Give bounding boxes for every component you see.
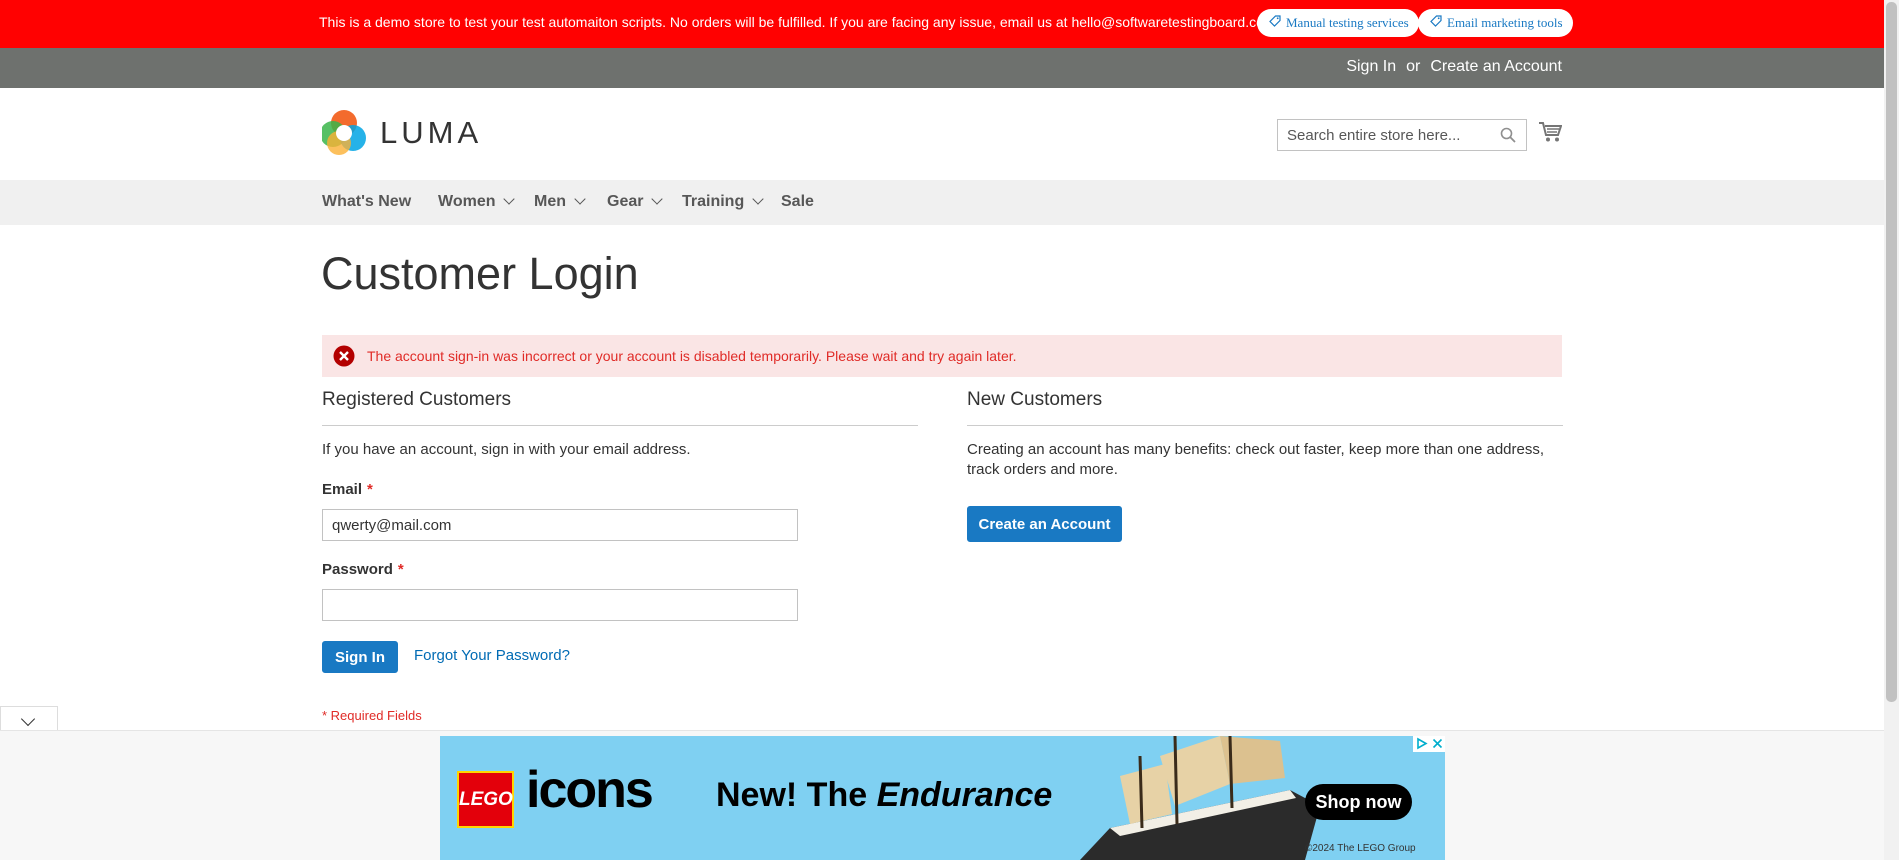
scrollbar-thumb[interactable]	[1886, 2, 1897, 702]
new-customers-text: Creating an account has many benefits: c…	[967, 441, 1545, 478]
registered-intro-text: If you have an account, sign in with you…	[322, 441, 691, 458]
page-scrollbar[interactable]	[1884, 0, 1899, 860]
sign-in-button[interactable]: Sign In	[322, 641, 398, 673]
search-input[interactable]	[1278, 120, 1478, 150]
icons-wordmark: icons	[526, 761, 654, 819]
manual-testing-services-label: Manual testing services	[1286, 15, 1409, 30]
magnifier-icon[interactable]	[1500, 127, 1516, 148]
logo-wordmark: LUMA	[380, 115, 483, 150]
email-label-text: Email	[322, 481, 363, 498]
registered-customers-divider	[322, 425, 918, 426]
luma-logo[interactable]: LUMA	[322, 110, 482, 156]
ad-choices[interactable]	[1413, 736, 1445, 752]
nav-training[interactable]: Training	[682, 193, 764, 211]
nav-sale-label: Sale	[781, 193, 814, 210]
collapse-ad-button[interactable]	[0, 706, 58, 732]
nav-gear[interactable]: Gear	[607, 193, 664, 211]
create-account-link[interactable]: Create an Account	[1430, 58, 1562, 75]
shop-now-button[interactable]: Shop now	[1305, 784, 1412, 820]
chevron-down-icon	[20, 711, 36, 727]
ad-copyright: ©2024 The LEGO Group	[1305, 843, 1416, 854]
ad-headline-emphasis: Endurance	[876, 776, 1053, 814]
chevron-down-icon	[503, 193, 516, 205]
nav-whats-new[interactable]: What's New	[322, 193, 411, 211]
chevron-down-icon	[651, 193, 664, 205]
close-icon[interactable]	[1431, 737, 1444, 750]
main-navigation: What's New Women Men Gear Training Sale	[0, 180, 1884, 225]
site-header: LUMA	[0, 88, 1884, 180]
tag-icon	[1430, 9, 1442, 37]
nav-women[interactable]: Women	[438, 193, 516, 211]
lego-logo: LEGO	[457, 771, 514, 828]
account-links: Sign In or Create an Account	[1346, 58, 1562, 76]
email-marketing-tools-label: Email marketing tools	[1447, 15, 1563, 30]
new-customers-title: New Customers	[967, 389, 1103, 410]
nav-women-label: Women	[438, 193, 496, 210]
required-asterisk: *	[367, 481, 373, 498]
required-asterisk: *	[397, 561, 404, 578]
nav-whats-new-label: What's New	[322, 193, 412, 210]
ship-illustration	[1080, 736, 1320, 860]
demo-notice-banner: This is a demo store to test your test a…	[0, 0, 1884, 48]
password-label-text: Password	[322, 561, 393, 578]
nav-training-label: Training	[682, 193, 745, 210]
manual-testing-services-link[interactable]: Manual testing services	[1257, 9, 1419, 37]
email-label: Email *	[322, 481, 373, 498]
password-field[interactable]	[322, 589, 798, 621]
nav-men-label: Men	[534, 193, 566, 210]
chevron-down-icon	[752, 193, 764, 205]
ad-headline: New! The Endurance	[716, 776, 1052, 815]
or-separator: or	[1406, 58, 1421, 75]
tag-icon	[1269, 9, 1281, 37]
forgot-password-link[interactable]: Forgot Your Password?	[414, 647, 570, 664]
email-marketing-tools-link[interactable]: Email marketing tools	[1418, 9, 1573, 37]
email-field[interactable]	[322, 509, 798, 541]
chevron-down-icon	[574, 193, 586, 205]
search-box	[1277, 119, 1527, 151]
sign-in-link[interactable]: Sign In	[1346, 58, 1396, 75]
shopping-cart-icon[interactable]	[1538, 121, 1563, 148]
nav-men[interactable]: Men	[534, 193, 586, 211]
error-message-text: The account sign-in was incorrect or you…	[367, 348, 1017, 364]
new-customers-divider	[967, 425, 1563, 426]
error-message: The account sign-in was incorrect or you…	[322, 335, 1562, 377]
luma-logo-icon	[322, 110, 366, 155]
password-label: Password *	[322, 561, 404, 578]
ad-headline-prefix: New! The	[716, 776, 877, 814]
create-account-button[interactable]: Create an Account	[967, 506, 1122, 542]
lego-ad-banner[interactable]: LEGO icons New! The Endurance Shop now ©…	[440, 736, 1445, 860]
page-title: Customer Login	[321, 248, 639, 299]
ad-choices-icon[interactable]	[1415, 737, 1428, 750]
nav-gear-label: Gear	[607, 193, 644, 210]
account-panel: Sign In or Create an Account	[0, 48, 1884, 88]
error-icon	[333, 345, 355, 370]
nav-sale[interactable]: Sale	[781, 193, 814, 211]
demo-notice-text: This is a demo store to test your test a…	[319, 14, 1280, 30]
required-fields-note: * Required Fields	[322, 708, 422, 723]
registered-customers-title: Registered Customers	[322, 389, 512, 410]
